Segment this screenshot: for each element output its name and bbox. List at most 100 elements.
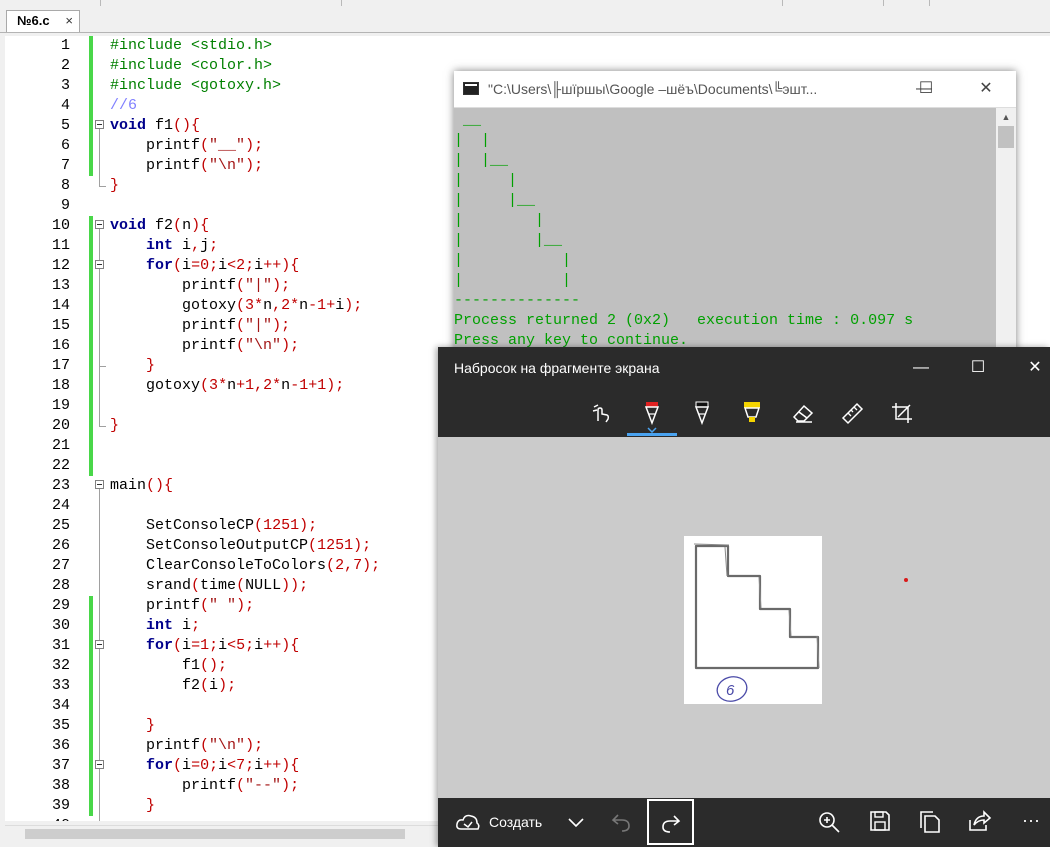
- change-marker: [89, 136, 93, 156]
- copy-button[interactable]: [914, 798, 944, 847]
- code-line[interactable]: 1 #include <stdio.h>: [5, 36, 1050, 56]
- code-text: void f1(){: [110, 117, 201, 134]
- fold-end-marker: [99, 416, 106, 427]
- fold-guide: [99, 489, 100, 496]
- change-marker: [89, 436, 93, 456]
- undo-icon: [611, 814, 630, 832]
- line-number: 40: [5, 816, 70, 821]
- change-marker: [89, 756, 93, 776]
- change-marker: [89, 336, 93, 356]
- fold-guide: [99, 796, 100, 816]
- fold-guide: [99, 676, 100, 696]
- touch-writing-icon[interactable]: [582, 395, 622, 431]
- fold-guide: [99, 516, 100, 536]
- code-text: for(i=0;i<2;i++){: [146, 257, 300, 274]
- code-text: SetConsoleCP(1251);: [146, 517, 318, 534]
- code-text: for(i=1;i<5;i++){: [146, 637, 300, 654]
- fold-toggle-icon[interactable]: [95, 260, 104, 269]
- tab-close-icon[interactable]: ×: [65, 11, 73, 31]
- fold-toggle-icon[interactable]: [95, 640, 104, 649]
- zoom-button[interactable]: [814, 798, 844, 847]
- fold-toggle-icon[interactable]: [95, 760, 104, 769]
- fold-guide: [99, 236, 100, 256]
- fold-guide: [99, 256, 100, 260]
- maximize-button[interactable]: ☐: [906, 77, 946, 101]
- line-number: 30: [51, 617, 70, 634]
- console-scrollbar[interactable]: ▲: [996, 108, 1016, 361]
- fold-toggle-icon[interactable]: [95, 220, 104, 229]
- line-number: 27: [51, 557, 70, 574]
- fold-guide: [99, 276, 100, 296]
- console-title-bar[interactable]: "C:\Users\╟шïршы\Google –шёъ\Documents\╚…: [454, 71, 1016, 108]
- change-marker: [89, 236, 93, 256]
- fold-toggle-icon[interactable]: [95, 480, 104, 489]
- change-marker: [89, 616, 93, 636]
- save-icon: [870, 811, 890, 831]
- snip-close-button[interactable]: ✕: [1010, 356, 1050, 380]
- scrollbar-thumb[interactable]: [25, 829, 405, 839]
- fold-guide: [99, 129, 100, 136]
- code-text: }: [110, 177, 120, 194]
- code-text: gotoxy(3*n,2*n-1+i);: [182, 297, 363, 314]
- line-number: 1: [60, 37, 70, 54]
- line-number: 11: [51, 237, 70, 254]
- change-marker: [89, 716, 93, 736]
- undo-button[interactable]: [606, 798, 636, 847]
- pencil-icon[interactable]: [682, 395, 722, 431]
- ballpoint-pen-icon[interactable]: [632, 395, 672, 431]
- line-number: 26: [51, 537, 70, 554]
- more-options-icon[interactable]: ···: [1016, 798, 1046, 847]
- scrollbar-thumb[interactable]: [998, 126, 1014, 148]
- code-text: for(i=0;i<7;i++){: [146, 757, 300, 774]
- crop-icon[interactable]: [882, 395, 922, 431]
- fold-guide: [99, 366, 100, 376]
- code-text: int i;: [146, 617, 201, 634]
- code-text: //6: [110, 97, 138, 114]
- eraser-icon[interactable]: [782, 395, 822, 431]
- console-output-line: | |: [454, 212, 545, 229]
- redo-button[interactable]: [647, 799, 694, 845]
- tab-file[interactable]: №6.c ×: [6, 10, 80, 32]
- snip-title-bar[interactable]: Набросок на фрагменте экрана — ☐ ✕: [438, 347, 1050, 389]
- line-number: 19: [51, 397, 70, 414]
- fold-toggle-icon[interactable]: [95, 120, 104, 129]
- horizontal-scrollbar[interactable]: [5, 825, 440, 843]
- code-text: printf("__");: [146, 137, 264, 154]
- console-output-line: Process returned 2 (0x2) execution time …: [454, 312, 914, 329]
- snip-maximize-button[interactable]: ☐: [953, 356, 1003, 380]
- save-button[interactable]: [864, 798, 894, 847]
- code-text: #include <stdio.h>: [110, 37, 273, 54]
- fold-guide: [99, 716, 100, 736]
- change-marker: [89, 796, 93, 816]
- console-output-line: | |: [454, 252, 572, 269]
- snip-sketch-window: Набросок на фрагменте экрана — ☐ ✕ 6 Соз…: [438, 347, 1050, 847]
- scroll-up-icon[interactable]: ▲: [996, 110, 1016, 124]
- code-text: printf("|");: [182, 317, 291, 334]
- tab-label: №6.c: [17, 13, 50, 28]
- snip-minimize-button[interactable]: —: [896, 356, 946, 380]
- code-text: f1();: [182, 657, 228, 674]
- change-marker: [89, 256, 93, 276]
- change-marker: [89, 56, 93, 76]
- code-text: #include <color.h>: [110, 57, 273, 74]
- fold-guide: [99, 336, 100, 356]
- snip-bottom-bar: Создать ···: [438, 798, 1050, 847]
- fold-end-marker: [99, 176, 106, 187]
- change-marker: [89, 96, 93, 116]
- create-dropdown-button[interactable]: [562, 798, 590, 847]
- change-marker: [89, 316, 93, 336]
- share-button[interactable]: [964, 798, 994, 847]
- fold-guide: [99, 769, 100, 776]
- code-text: f2(i);: [182, 677, 237, 694]
- highlighter-icon[interactable]: [732, 395, 772, 431]
- code-text: srand(time(NULL));: [146, 577, 309, 594]
- sketch-canvas[interactable]: 6: [438, 437, 1050, 798]
- change-marker: [89, 596, 93, 616]
- fold-guide: [99, 616, 100, 636]
- change-marker: [89, 656, 93, 676]
- close-button[interactable]: ✕: [966, 77, 1006, 101]
- code-text: }: [110, 417, 120, 434]
- ruler-icon[interactable]: [832, 395, 872, 431]
- create-button[interactable]: Создать: [438, 798, 578, 847]
- change-marker: [89, 356, 93, 376]
